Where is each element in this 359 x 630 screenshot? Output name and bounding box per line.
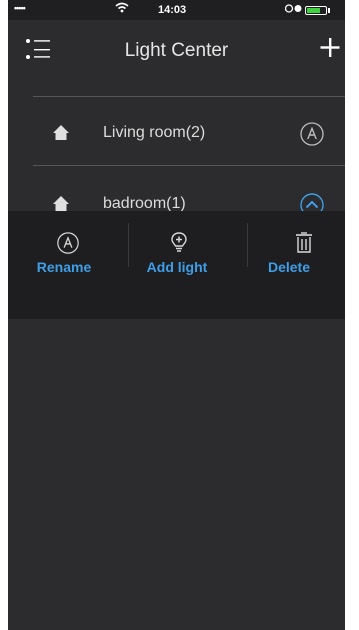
bulb-plus-icon — [171, 232, 187, 252]
rename-label: Rename — [36, 259, 92, 275]
home-icon — [53, 125, 69, 140]
status-bar: ••••• 14:03 — [8, 0, 345, 20]
signal-strength-icon: ••••• — [14, 3, 26, 13]
room-action-panel: Rename Add light Delete — [8, 211, 345, 319]
plus-icon — [320, 38, 340, 57]
phone-screen: ••••• 14:03 Light Center Living room(2) … — [8, 0, 345, 630]
wifi-icon — [115, 2, 129, 16]
battery-tip — [328, 8, 330, 13]
alarm-lock-icons — [284, 3, 303, 17]
room-row-living-room[interactable]: Living room(2) — [8, 106, 345, 162]
add-room-button[interactable] — [318, 34, 342, 60]
empty-content-area — [8, 319, 345, 630]
battery-icon — [305, 6, 327, 15]
nav-bar: Light Center — [8, 20, 345, 78]
page-title: Light Center — [124, 40, 229, 61]
trash-icon — [296, 232, 312, 253]
rename-button[interactable]: Rename — [8, 211, 120, 319]
status-time: 14:03 — [158, 4, 187, 16]
delete-button[interactable]: Delete — [233, 211, 345, 319]
battery-fill — [307, 8, 320, 13]
circle-a-icon — [57, 232, 79, 254]
room-name: Living room(2) — [103, 124, 206, 141]
circle-a-icon[interactable] — [299, 121, 325, 147]
add-light-button[interactable]: Add light — [121, 211, 233, 319]
delete-label: Delete — [267, 259, 311, 275]
divider — [33, 96, 345, 97]
add-light-label: Add light — [146, 259, 208, 275]
divider — [33, 165, 345, 166]
